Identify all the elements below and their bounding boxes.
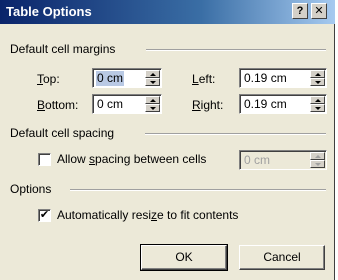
- right-margin-spinner[interactable]: 0.19 cm: [239, 94, 327, 114]
- spacing-group-label: Default cell spacing: [10, 126, 115, 140]
- bottom-margin-up-arrow-icon[interactable]: [145, 96, 160, 104]
- auto-resize-checkbox[interactable]: ✔: [38, 209, 51, 222]
- margins-group-label: Default cell margins: [10, 42, 116, 56]
- top-margin-label: Top:: [37, 72, 60, 86]
- right-margin-value[interactable]: 0.19 cm: [243, 97, 288, 112]
- help-button[interactable]: ?: [292, 3, 308, 19]
- spacing-group-divider: [145, 133, 326, 135]
- right-margin-up-arrow-icon[interactable]: [310, 96, 325, 104]
- cancel-button[interactable]: Cancel: [239, 245, 325, 270]
- cell-spacing-up-arrow-icon: [310, 152, 325, 160]
- title-bar[interactable]: Table Options ? ✕: [0, 0, 335, 24]
- ok-button[interactable]: OK: [140, 244, 228, 271]
- checkmark-icon: ✔: [39, 209, 50, 221]
- top-margin-value[interactable]: 0 cm: [96, 71, 125, 86]
- options-group-divider: [70, 189, 326, 191]
- bottom-margin-spinner[interactable]: 0 cm: [92, 94, 162, 114]
- left-margin-down-arrow-icon[interactable]: [310, 78, 325, 86]
- close-button[interactable]: ✕: [311, 3, 327, 19]
- cell-spacing-spinner: 0 cm: [239, 150, 327, 170]
- auto-resize-label[interactable]: Automatically resize to fit contents: [57, 208, 238, 222]
- top-margin-down-arrow-icon[interactable]: [145, 78, 160, 86]
- bottom-margin-value[interactable]: 0 cm: [96, 97, 124, 112]
- right-margin-down-arrow-icon[interactable]: [310, 104, 325, 112]
- left-margin-up-arrow-icon[interactable]: [310, 70, 325, 78]
- left-margin-label: Left:: [192, 72, 216, 86]
- top-margin-spinner[interactable]: 0 cm: [92, 68, 162, 88]
- top-margin-up-arrow-icon[interactable]: [145, 70, 160, 78]
- dialog-title: Table Options: [6, 4, 92, 19]
- allow-spacing-checkbox[interactable]: [38, 153, 51, 166]
- bottom-margin-label: Bottom:: [37, 98, 79, 112]
- options-group-label: Options: [10, 182, 52, 196]
- cell-spacing-down-arrow-icon: [310, 160, 325, 168]
- margins-group-divider: [146, 49, 326, 51]
- cell-spacing-value: 0 cm: [244, 153, 271, 167]
- left-margin-value[interactable]: 0.19 cm: [243, 71, 288, 86]
- left-margin-spinner[interactable]: 0.19 cm: [239, 68, 327, 88]
- table-options-dialog: Table Options ? ✕ Default cell margins T…: [0, 0, 335, 280]
- right-margin-label: Right:: [192, 98, 224, 112]
- allow-spacing-label[interactable]: Allow spacing between cells: [57, 152, 206, 166]
- bottom-margin-down-arrow-icon[interactable]: [145, 104, 160, 112]
